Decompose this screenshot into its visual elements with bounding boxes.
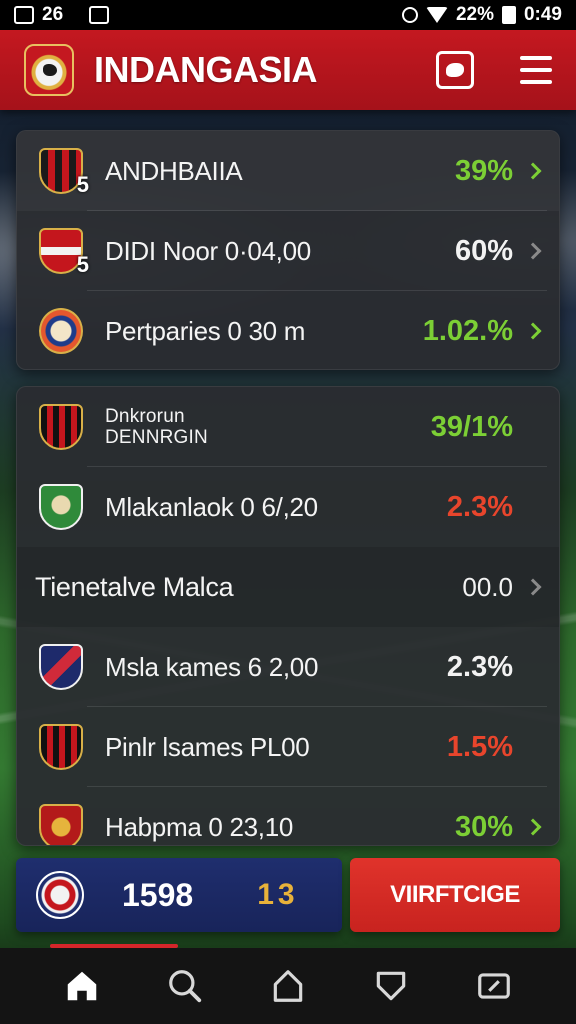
match-name-line2: DENNRGIN [105,427,208,448]
match-name: Pertparies 0 30 m [105,315,306,346]
app-header: INDANGASIA [0,30,576,110]
team-crest-icon [39,644,83,690]
match-percent: 1.5% [446,730,513,763]
nav-tablet[interactable] [464,956,524,1016]
menu-icon-bar [520,68,552,72]
status-extra: 0:49 [523,4,562,25]
match-row[interactable]: Dnkrorun DENNRGIN 39/1% [17,387,559,467]
chevron-right-icon[interactable] [524,818,542,836]
map-icon [446,63,464,77]
menu-button[interactable] [520,56,552,84]
match-row[interactable]: Pertparies 0 30 m 1.02.% [17,291,559,369]
match-name: Pinlr lsames PL00 [105,731,310,762]
team-crest-icon: 5 [39,148,89,197]
crest-badge: 5 [76,172,89,197]
match-name: Dnkrorun DENNRGIN [105,406,419,448]
match-name-line1: Dnkrorun [105,406,185,427]
shield-icon [376,971,406,1001]
menu-icon-bar [520,80,552,84]
chevron-right-icon[interactable] [524,322,542,340]
alarm-icon [401,7,418,23]
nav-home-outline[interactable] [258,956,318,1016]
match-percent: 60% [454,234,513,267]
section-title: Tienetalve Malca [35,571,234,602]
match-name: DIDI Noor 0·04,00 [105,235,311,266]
battery-percent: 22% [455,4,494,25]
search-icon [168,970,201,1003]
team-crest-icon [39,404,83,450]
crest-badge: 5 [76,252,89,277]
team-crest-icon [39,484,83,530]
match-name: Habpma 0 23,10 [105,811,294,842]
match-row[interactable]: 5 DIDI Noor 0·04,00 60% [17,211,559,291]
chevron-right-icon[interactable] [524,162,542,180]
section-value: 00.0 [462,571,513,602]
chevron-right-icon[interactable] [524,242,542,260]
match-percent: 2.3% [446,490,513,523]
map-button[interactable] [436,51,474,89]
app-logo [24,44,74,96]
status-bar: 26 22% 0:49 [0,0,576,30]
match-percent: 39% [454,154,513,187]
match-percent: 39/1% [430,410,513,443]
match-percent: 2.3% [446,650,513,683]
match-row[interactable]: Msla kames 6 2,00 2.3% [17,627,559,707]
house-outline-icon [273,970,303,1002]
nav-search[interactable] [155,956,215,1016]
bottom-nav [0,948,576,1024]
nav-home[interactable] [52,956,112,1016]
status-right: 22% 0:49 [401,4,562,26]
match-percent: 1.02.% [422,314,513,347]
menu-icon-bar [520,56,552,60]
section-header-row[interactable]: Tienetalve Malca 00.0 [17,547,559,627]
match-card-bottom: Dnkrorun DENNRGIN 39/1% Mlakanlaok 0 6/,… [16,386,560,846]
gallery-icon [14,6,34,24]
score-box[interactable]: 1598 13 [16,858,342,932]
match-row[interactable]: Pinlr lsames PL00 1.5% [17,707,559,787]
club-logo-icon [36,871,84,919]
team-crest-icon [39,724,83,770]
match-row[interactable]: 5 ANDHBAIIA 39% [17,131,559,211]
match-card-top: 5 ANDHBAIIA 39% 5 DIDI Noor 0·04,00 60% … [16,130,560,370]
match-name: Msla kames 6 2,00 [105,651,319,682]
cta-button[interactable]: VIIRFTCIGE [350,858,560,932]
status-left: 26 [14,4,110,26]
team-crest-icon [39,308,83,354]
score-main: 1598 [122,876,194,913]
nav-shield[interactable] [361,956,421,1016]
match-row[interactable]: Habpma 0 23,10 30% [17,787,559,845]
match-percent: 30% [454,810,513,843]
notification-icon [89,6,110,24]
match-name: Mlakanlaok 0 6/,20 [105,491,318,522]
team-crest-icon: 5 [39,228,89,277]
status-time: 26 [42,4,64,25]
home-icon [67,971,96,1001]
score-side: 13 [257,878,299,911]
team-crest-icon [39,804,83,845]
tablet-icon [478,973,511,999]
match-row[interactable]: Mlakanlaok 0 6/,20 2.3% [17,467,559,547]
app-title: INDANGASIA [94,49,318,90]
wifi-icon [425,7,448,23]
chevron-right-icon[interactable] [524,578,542,596]
battery-icon [501,6,516,24]
match-name: ANDHBAIIA [105,155,243,186]
